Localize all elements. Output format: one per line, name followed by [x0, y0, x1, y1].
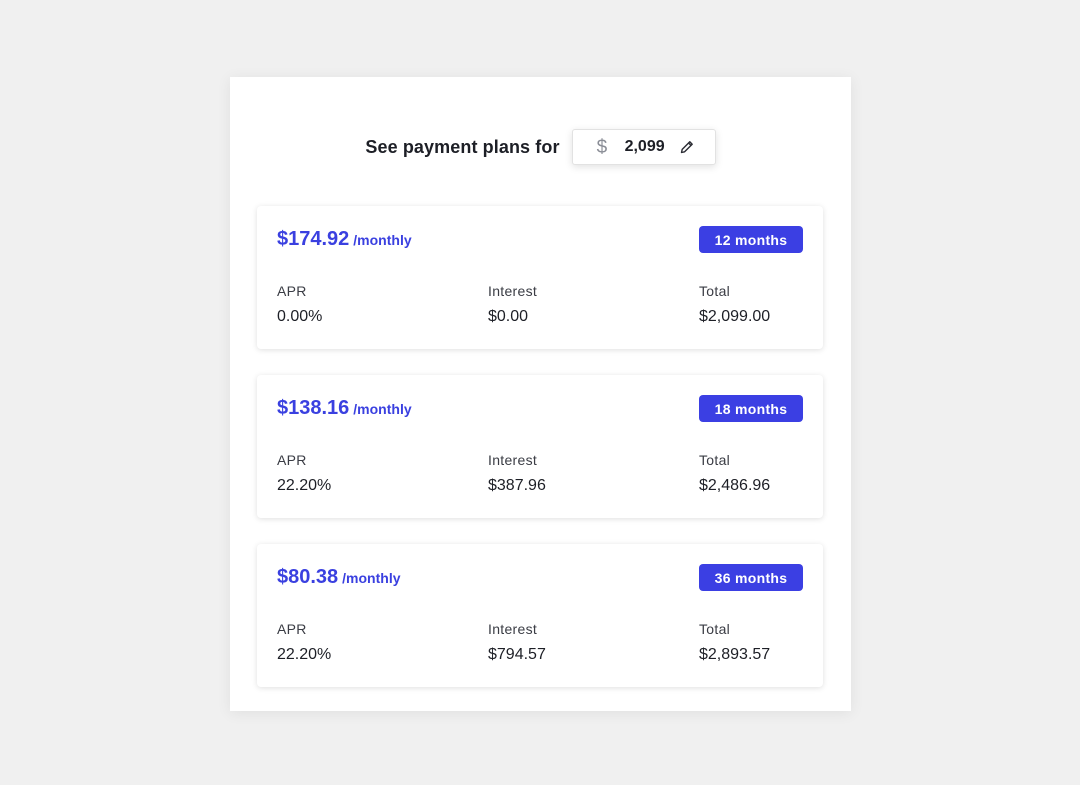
amount-input[interactable]: $ 2,099	[571, 129, 716, 165]
plan-card-18-months[interactable]: $138.16 /monthly 18 months APR 22.20% In…	[257, 375, 823, 518]
interest-value: $387.96	[488, 477, 546, 494]
apr-stat: APR 22.20%	[277, 452, 331, 495]
monthly-payment: $138.16 /monthly	[277, 397, 412, 420]
monthly-amount: $80.38	[277, 566, 339, 588]
total-value: $2,486.96	[699, 477, 771, 494]
total-stat: Total $2,893.57	[699, 621, 770, 664]
apr-label: APR	[277, 621, 307, 637]
interest-label: Interest	[488, 621, 538, 637]
apr-stat: APR 0.00%	[277, 283, 322, 326]
total-stat: Total $2,486.96	[699, 452, 770, 495]
monthly-payment: $80.38 /monthly	[277, 566, 401, 589]
interest-label: Interest	[488, 283, 538, 299]
monthly-suffix: /monthly	[353, 401, 412, 417]
interest-stat: Interest $387.96	[488, 452, 546, 495]
term-badge: 12 months	[699, 226, 803, 253]
interest-stat: Interest $794.57	[488, 621, 546, 664]
total-stat: Total $2,099.00	[699, 283, 770, 326]
total-label: Total	[699, 283, 731, 299]
monthly-suffix: /monthly	[342, 570, 401, 586]
interest-value: $0.00	[488, 308, 529, 325]
total-value: $2,893.57	[699, 646, 771, 663]
total-label: Total	[699, 452, 731, 468]
term-badge: 36 months	[699, 564, 803, 591]
term-badge: 18 months	[699, 395, 803, 422]
apr-stat: APR 22.20%	[277, 621, 331, 664]
total-label: Total	[699, 621, 731, 637]
plan-card-36-months[interactable]: $80.38 /monthly 36 months APR 22.20% Int…	[257, 544, 823, 687]
plans-header: See payment plans for $ 2,099	[230, 129, 851, 165]
header-label: See payment plans for	[365, 136, 560, 157]
interest-label: Interest	[488, 452, 538, 468]
apr-value: 22.20%	[277, 477, 332, 494]
monthly-amount: $174.92	[277, 228, 350, 250]
monthly-amount: $138.16	[277, 397, 350, 419]
monthly-suffix: /monthly	[353, 232, 412, 248]
amount-value[interactable]: 2,099	[625, 138, 665, 156]
payment-plans-panel: See payment plans for $ 2,099 $174.92 /m…	[230, 77, 851, 711]
total-value: $2,099.00	[699, 308, 771, 325]
dollar-icon: $	[596, 136, 608, 158]
pencil-icon[interactable]	[679, 139, 695, 155]
interest-stat: Interest $0.00	[488, 283, 537, 326]
apr-label: APR	[277, 452, 307, 468]
interest-value: $794.57	[488, 646, 546, 663]
apr-value: 0.00%	[277, 308, 323, 325]
monthly-payment: $174.92 /monthly	[277, 228, 412, 251]
apr-label: APR	[277, 283, 307, 299]
apr-value: 22.20%	[277, 646, 332, 663]
plan-card-12-months[interactable]: $174.92 /monthly 12 months APR 0.00% Int…	[257, 206, 823, 349]
